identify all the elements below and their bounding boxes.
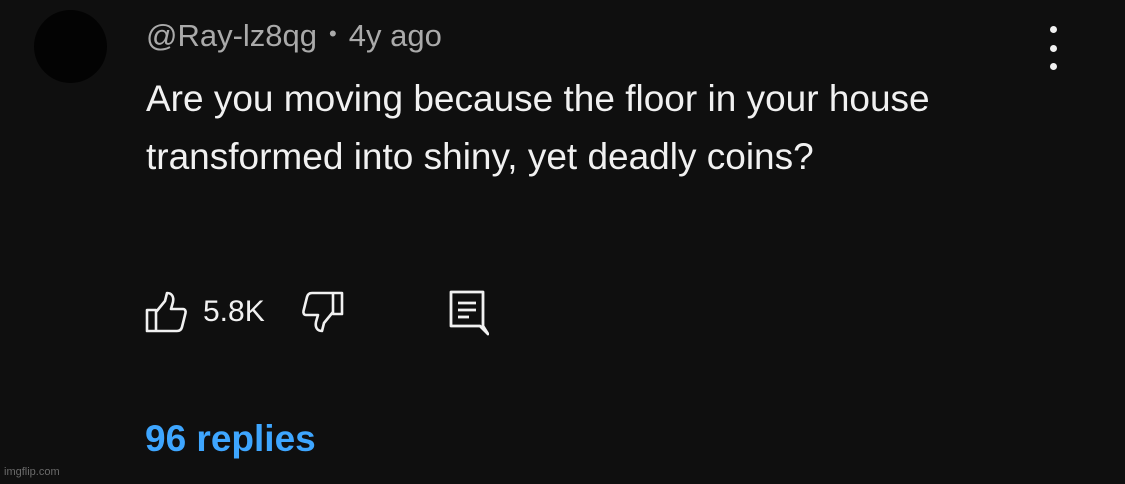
reply-button[interactable] [445, 288, 489, 336]
comment-text: Are you moving because the floor in your… [146, 78, 930, 177]
meta-separator: • [329, 21, 337, 46]
replies-toggle[interactable]: 96 replies [145, 418, 316, 460]
comment-actions: 5.8K [144, 288, 489, 336]
avatar[interactable] [34, 10, 107, 83]
dislike-button[interactable] [301, 290, 345, 334]
like-count: 5.8K [203, 295, 265, 328]
reply-icon [449, 290, 489, 336]
like-button[interactable]: 5.8K [144, 290, 301, 334]
thumbs-down-icon [301, 291, 344, 333]
comment-header: @Ray-lz8qg • 4y ago [146, 16, 442, 56]
watermark: imgflip.com [4, 466, 60, 478]
thumbs-up-icon [145, 291, 187, 333]
more-vert-icon[interactable] [1036, 26, 1070, 70]
comment-timestamp[interactable]: 4y ago [349, 18, 442, 54]
author-handle[interactable]: @Ray-lz8qg [146, 18, 317, 54]
